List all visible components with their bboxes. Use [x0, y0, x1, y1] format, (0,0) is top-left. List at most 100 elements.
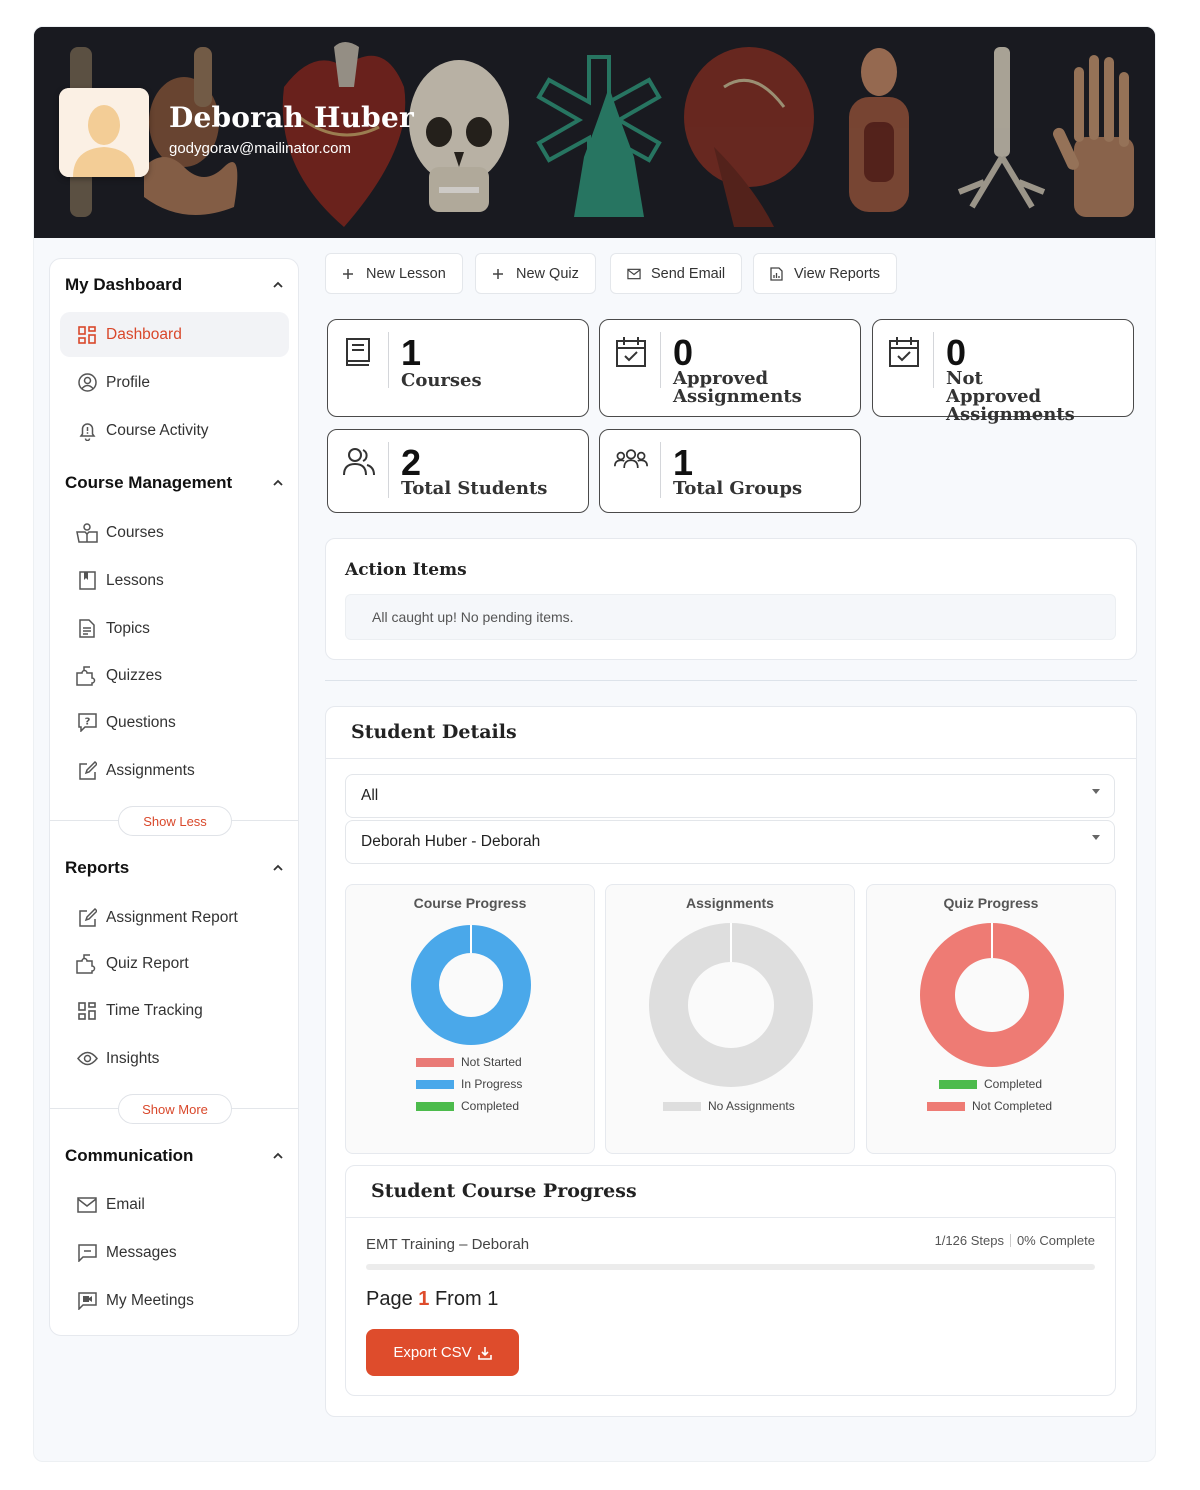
legend-item-completed: Completed — [939, 1077, 1042, 1091]
course-progress-donut — [410, 925, 531, 1045]
avatar[interactable] — [59, 88, 149, 177]
stat-value: 1 — [401, 332, 422, 373]
bookmark-book-icon — [76, 570, 98, 592]
course-steps: 1/126 Steps — [934, 1233, 1004, 1248]
legend-item-completed: Completed — [416, 1099, 519, 1113]
course-percent: 0% Complete — [1016, 1233, 1095, 1248]
stat-card-total-groups[interactable]: 1 Total Groups — [599, 429, 861, 513]
button-label: New Quiz — [516, 265, 579, 282]
bell-alert-icon — [76, 420, 98, 442]
show-less-button[interactable]: Show Less — [118, 806, 232, 836]
sidebar-item-label: Assignments — [106, 761, 195, 779]
view-reports-button[interactable]: View Reports — [753, 253, 897, 294]
pagination-prefix: Page — [366, 1288, 413, 1310]
button-label: New Lesson — [366, 265, 446, 282]
new-quiz-button[interactable]: New Quiz — [475, 253, 596, 294]
export-csv-button[interactable]: Export CSV — [366, 1329, 519, 1376]
course-name[interactable]: EMT Training – Deborah — [366, 1236, 529, 1253]
sidebar-item-profile[interactable]: Profile — [60, 360, 289, 405]
stat-card-courses[interactable]: 1 Courses — [327, 319, 589, 417]
chevron-up-icon — [273, 1152, 283, 1159]
sidebar-item-label: Questions — [106, 713, 176, 731]
student-filter-select[interactable]: Deborah Huber - Deborah — [345, 820, 1115, 864]
sidebar-item-topics[interactable]: Topics — [60, 606, 289, 651]
stat-card-not-approved-assignments[interactable]: 0 Not Approved Assignments — [872, 319, 1134, 424]
section-divider — [325, 680, 1137, 681]
users-icon — [343, 448, 375, 476]
legend-swatch — [927, 1101, 965, 1111]
sidebar-item-assignment-report[interactable]: Assignment Report — [60, 895, 289, 940]
report-chart-icon — [770, 266, 784, 281]
legend-label: Completed — [461, 1099, 520, 1113]
sidebar-item-lessons[interactable]: Lessons — [60, 558, 289, 603]
new-lesson-button[interactable]: New Lesson — [325, 253, 463, 294]
sidebar-item-course-activity[interactable]: Course Activity — [60, 408, 289, 453]
course-progress-chart: Course Progress Not Started In Progress … — [345, 884, 595, 1154]
send-email-button[interactable]: Send Email — [610, 253, 743, 294]
action-items-panel: Action Items All caught up! No pending i… — [325, 538, 1137, 660]
chart-title: Quiz Progress — [943, 895, 1039, 911]
section-header-course-management[interactable]: Course Management — [65, 471, 285, 495]
plus-icon — [492, 267, 506, 281]
sidebar-item-label: Quiz Report — [106, 954, 189, 972]
show-more-button[interactable]: Show More — [118, 1094, 232, 1124]
sidebar-item-assignments[interactable]: Assignments — [60, 748, 289, 793]
chart-title: Assignments — [686, 895, 774, 911]
profile-email: godygorav@mailinator.com — [169, 140, 351, 157]
stat-label: Courses — [401, 370, 482, 391]
sidebar-item-label: Messages — [106, 1243, 177, 1261]
stat-label: Not Approved Assignments — [946, 368, 1075, 425]
sidebar: My Dashboard Dashboard Profile Course Ac… — [49, 258, 299, 1336]
group-filter-select[interactable]: All — [345, 774, 1115, 818]
section-header-my-dashboard[interactable]: My Dashboard — [65, 273, 285, 297]
document-icon — [76, 618, 98, 640]
puzzle-icon — [76, 953, 98, 975]
sidebar-item-quiz-report[interactable]: Quiz Report — [60, 941, 289, 986]
button-label: Send Email — [651, 265, 726, 282]
app-shell: Deborah Huber godygorav@mailinator.com M… — [33, 26, 1156, 1462]
calendar-check-icon — [889, 337, 919, 367]
stat-card-approved-assignments[interactable]: 0 Approved Assignments — [599, 319, 861, 417]
action-items-message: All caught up! No pending items. — [345, 594, 1116, 640]
question-box-icon: ? — [76, 712, 98, 734]
quiz-progress-donut — [919, 923, 1064, 1067]
sidebar-item-time-tracking[interactable]: Time Tracking — [60, 988, 289, 1033]
stat-label: Total Students — [401, 478, 548, 499]
dashboard-grid-icon — [76, 324, 98, 346]
sidebar-item-email[interactable]: Email — [60, 1182, 289, 1227]
sidebar-item-messages[interactable]: Messages — [60, 1230, 289, 1275]
sidebar-item-my-meetings[interactable]: My Meetings — [60, 1278, 289, 1323]
stat-card-total-students[interactable]: 2 Total Students — [327, 429, 589, 513]
sidebar-item-dashboard[interactable]: Dashboard — [60, 312, 289, 357]
panel-title: Student Details — [351, 721, 517, 743]
mail-icon — [76, 1194, 98, 1216]
sidebar-item-courses[interactable]: Courses — [60, 510, 289, 555]
chevron-up-icon — [273, 864, 283, 871]
assignments-donut — [648, 923, 813, 1087]
stat-separator — [933, 332, 934, 388]
stat-label: Approved Assignments — [673, 368, 802, 407]
sidebar-item-label: Email — [106, 1195, 145, 1213]
sidebar-item-label: Quizzes — [106, 666, 162, 684]
stat-separator — [388, 332, 389, 388]
select-value: Deborah Huber - Deborah — [361, 833, 541, 850]
sidebar-item-questions[interactable]: ? Questions — [60, 700, 289, 745]
legend-label: In Progress — [461, 1077, 523, 1091]
section-header-communication[interactable]: Communication — [65, 1144, 285, 1168]
sidebar-item-label: Courses — [106, 523, 164, 541]
stat-separator — [660, 332, 661, 388]
panel-title: Student Course Progress — [371, 1180, 637, 1202]
pagination-middle: From — [434, 1288, 482, 1310]
panel-title: Action Items — [345, 560, 467, 580]
button-label: View Reports — [794, 265, 880, 282]
sidebar-item-insights[interactable]: Insights — [60, 1036, 289, 1081]
sidebar-item-quizzes[interactable]: Quizzes — [60, 653, 289, 698]
section-header-reports[interactable]: Reports — [65, 856, 285, 880]
legend-item-not-started: Not Started — [416, 1055, 522, 1069]
svg-text:?: ? — [84, 717, 90, 728]
sidebar-item-label: Dashboard — [106, 325, 182, 343]
caret-down-icon — [1092, 835, 1100, 840]
pagination-total: 1 — [487, 1288, 499, 1310]
legend-label: Not Completed — [972, 1099, 1053, 1113]
quiz-progress-chart: Quiz Progress Completed Not Completed — [866, 884, 1116, 1154]
